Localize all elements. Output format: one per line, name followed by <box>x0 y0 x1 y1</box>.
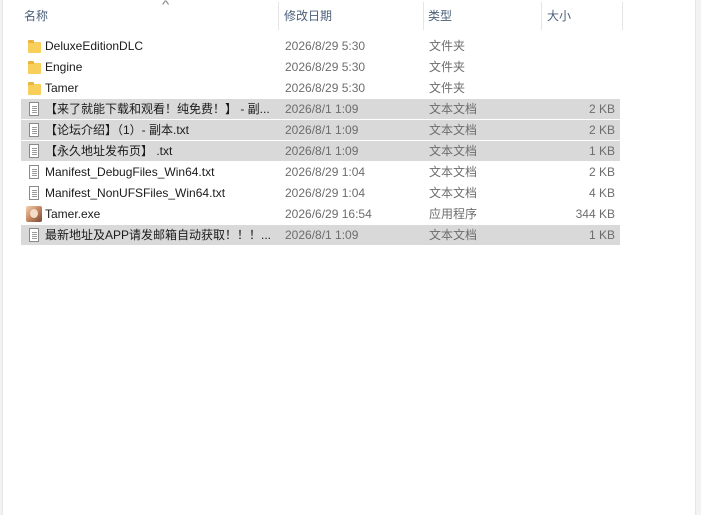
file-list: DeluxeEditionDLC 2026/8/29 5:30 文件夹 Engi… <box>21 36 620 246</box>
file-size: 2 KB <box>588 123 615 137</box>
column-header-row: 名称 ^ 修改日期 类型 大小 <box>20 0 623 32</box>
text-file-icon <box>26 186 42 201</box>
file-type: 文件夹 <box>429 39 466 53</box>
file-modified-date: 2026/8/29 1:04 <box>285 165 366 179</box>
column-header-date[interactable]: 修改日期 <box>280 0 424 32</box>
file-row[interactable]: Manifest_NonUFSFiles_Win64.txt 2026/8/29… <box>21 183 620 204</box>
scrollbar-track[interactable] <box>695 0 701 515</box>
column-header-name[interactable]: 名称 <box>20 0 279 32</box>
file-name: Manifest_DebugFiles_Win64.txt <box>45 165 215 179</box>
file-size <box>541 36 615 57</box>
file-type: 应用程序 <box>429 207 478 221</box>
text-file-icon <box>26 165 42 180</box>
file-type: 文本文档 <box>429 165 478 179</box>
file-name: Tamer <box>45 81 79 95</box>
column-header-name-label: 名称 <box>24 9 49 23</box>
column-divider[interactable] <box>541 2 542 30</box>
file-name: 【永久地址发布页】 .txt <box>45 144 173 158</box>
column-header-size-label: 大小 <box>547 9 572 23</box>
file-size: 4 KB <box>588 186 615 200</box>
file-type: 文本文档 <box>429 144 478 158</box>
file-row[interactable]: 最新地址及APP请发邮箱自动获取！！！... 2026/8/1 1:09 文本文… <box>21 225 620 246</box>
file-size: 1 KB <box>588 144 615 158</box>
file-row[interactable]: 【论坛介绍】（1）- 副本.txt 2026/8/1 1:09 文本文档 2 K… <box>21 120 620 141</box>
column-divider[interactable] <box>622 2 623 30</box>
file-modified-date: 2026/8/1 1:09 <box>285 144 359 158</box>
column-header-size[interactable]: 大小 <box>543 0 623 32</box>
file-name: DeluxeEditionDLC <box>45 39 144 53</box>
text-file-icon <box>26 102 42 117</box>
file-type: 文件夹 <box>429 60 466 74</box>
folder-icon <box>26 39 42 54</box>
text-file-icon <box>26 123 42 138</box>
folder-icon <box>26 60 42 75</box>
file-row[interactable]: Manifest_DebugFiles_Win64.txt 2026/8/29 … <box>21 162 620 183</box>
text-file-icon <box>26 144 42 159</box>
folder-icon <box>26 81 42 96</box>
file-type: 文件夹 <box>429 81 466 95</box>
file-modified-date: 2026/8/1 1:09 <box>285 123 359 137</box>
file-name: Tamer.exe <box>45 207 101 221</box>
file-modified-date: 2026/8/29 1:04 <box>285 186 366 200</box>
file-modified-date: 2026/6/29 16:54 <box>285 207 372 221</box>
file-name: Manifest_NonUFSFiles_Win64.txt <box>45 186 226 200</box>
file-row[interactable]: Engine 2026/8/29 5:30 文件夹 <box>21 57 620 78</box>
application-icon <box>26 206 42 222</box>
column-divider[interactable] <box>278 2 279 30</box>
column-header-type[interactable]: 类型 <box>424 0 542 32</box>
file-size: 344 KB <box>575 207 615 221</box>
file-name: 最新地址及APP请发邮箱自动获取！！！... <box>45 228 272 242</box>
file-type: 文本文档 <box>429 102 478 116</box>
file-size <box>541 57 615 78</box>
file-size <box>541 78 615 99</box>
column-header-type-label: 类型 <box>428 9 453 23</box>
file-row[interactable]: 【来了就能下载和观看！纯免费！】 - 副... 2026/8/1 1:09 文本… <box>21 99 620 120</box>
file-modified-date: 2026/8/29 5:30 <box>285 81 366 95</box>
file-size: 2 KB <box>588 102 615 116</box>
file-modified-date: 2026/8/29 5:30 <box>285 60 366 74</box>
file-modified-date: 2026/8/1 1:09 <box>285 102 359 116</box>
file-explorer-window: 名称 ^ 修改日期 类型 大小 DeluxeEditionDLC 2026/8/… <box>0 0 701 515</box>
file-type: 文本文档 <box>429 228 478 242</box>
file-type: 文本文档 <box>429 186 478 200</box>
file-size: 1 KB <box>588 228 615 242</box>
file-row[interactable]: 【永久地址发布页】 .txt 2026/8/1 1:09 文本文档 1 KB <box>21 141 620 162</box>
sort-ascending-icon: ^ <box>161 0 170 11</box>
text-file-icon <box>26 228 42 243</box>
file-modified-date: 2026/8/1 1:09 <box>285 228 359 242</box>
file-row[interactable]: DeluxeEditionDLC 2026/8/29 5:30 文件夹 <box>21 36 620 57</box>
file-row[interactable]: Tamer.exe 2026/6/29 16:54 应用程序 344 KB <box>21 204 620 225</box>
column-header-date-label: 修改日期 <box>284 9 333 23</box>
file-name: 【论坛介绍】（1）- 副本.txt <box>45 123 190 137</box>
file-row[interactable]: Tamer 2026/8/29 5:30 文件夹 <box>21 78 620 99</box>
left-pane-edge <box>0 0 3 515</box>
file-name: 【来了就能下载和观看！纯免费！】 - 副... <box>45 102 270 116</box>
file-modified-date: 2026/8/29 5:30 <box>285 39 366 53</box>
file-name: Engine <box>45 60 83 74</box>
file-size: 2 KB <box>588 165 615 179</box>
file-type: 文本文档 <box>429 123 478 137</box>
